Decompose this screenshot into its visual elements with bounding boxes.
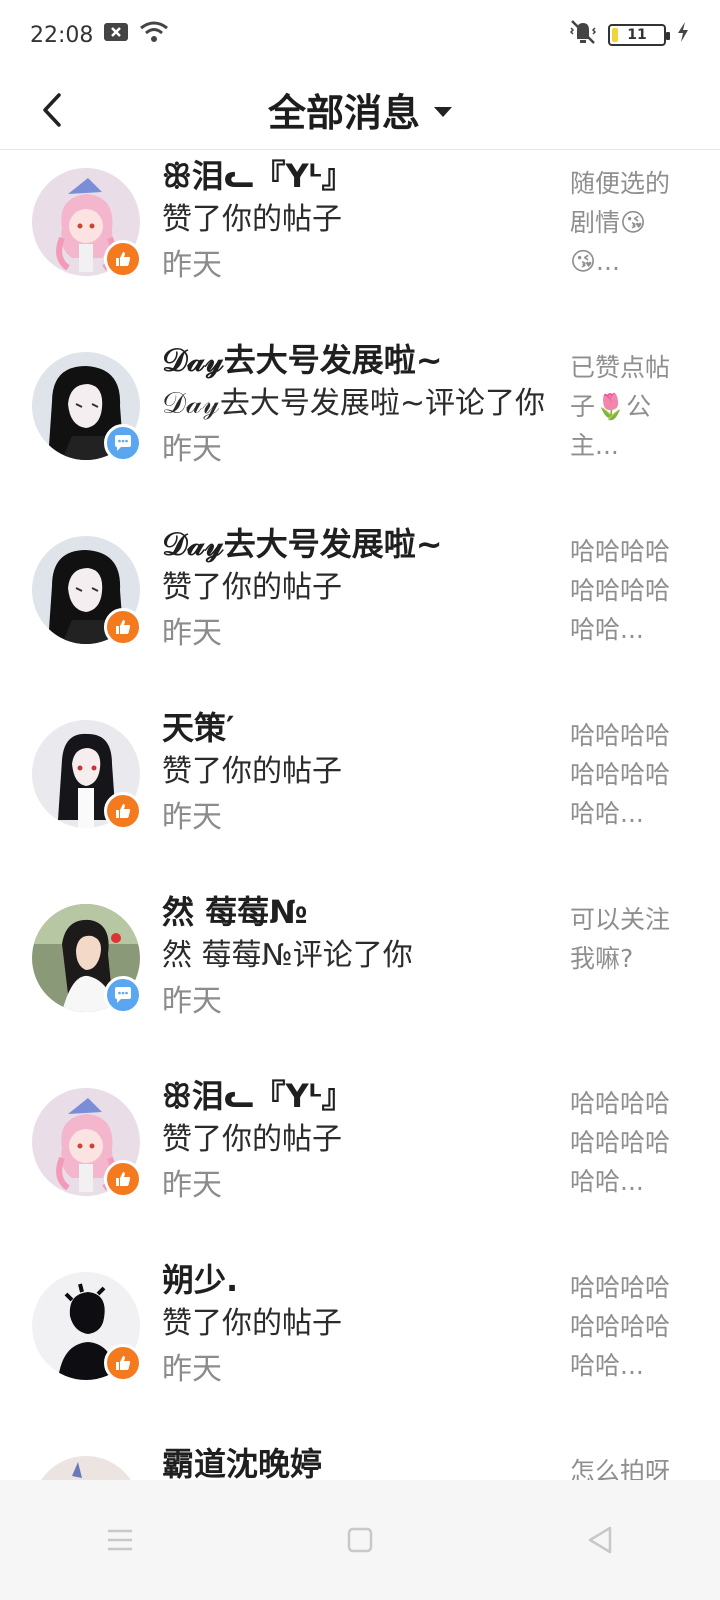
sender-name[interactable]: 然 莓莓№ (162, 890, 557, 934)
sender-name[interactable]: 𝒟𝒶𝓎去大号发展啦~ (162, 522, 557, 566)
message-action: 赞了你的帖子 (162, 1306, 342, 1341)
message-item[interactable]: 霸道沈晚婷 怎么拍呀 (0, 1438, 720, 1480)
chevron-left-icon (43, 93, 61, 127)
system-navigation-bar (0, 1480, 720, 1600)
message-filter-dropdown[interactable]: 全部消息 (268, 82, 452, 137)
message-text: 然 莓莓№ 然 莓莓№评论了你 昨天 (162, 890, 557, 1026)
thumbs-up-icon (116, 804, 131, 818)
message-time: 昨天 (162, 248, 222, 283)
message-item[interactable]: ꕥ泪ᓚ『Yᴸ』 赞了你的帖子 昨天 随便选的剧情😘😘... (0, 150, 720, 334)
header: 全部消息 (0, 70, 720, 150)
message-list[interactable]: ꕥ泪ᓚ『Yᴸ』 赞了你的帖子 昨天 随便选的剧情😘😘... 𝒟𝒶𝓎去大号发展啦~ 𝒟𝒶𝓎去… (0, 150, 720, 1480)
message-time: 昨天 (162, 984, 222, 1019)
comment-badge (104, 424, 142, 462)
menu-icon (108, 1529, 132, 1551)
battery-fill (612, 28, 618, 42)
sender-name[interactable]: 𝒟𝒶𝓎去大号发展啦~ (162, 338, 557, 382)
back-nav-button[interactable] (570, 1510, 630, 1570)
message-text: 𝒟𝒶𝓎去大号发展啦~ 𝒟𝒶𝓎去大号发展啦~评论了你 昨天 (162, 338, 557, 474)
post-preview[interactable]: 哈哈哈哈哈哈哈哈哈哈... (570, 1268, 682, 1385)
avatar-container[interactable] (32, 1088, 142, 1198)
mute-vibrate-icon (568, 19, 598, 51)
back-button[interactable] (32, 88, 72, 132)
message-action: 赞了你的帖子 (162, 570, 342, 605)
chat-bubble-icon (115, 435, 131, 451)
chat-bubble-icon (115, 987, 131, 1003)
sender-name[interactable]: 霸道沈晚婷 (162, 1442, 557, 1480)
home-button[interactable] (330, 1510, 390, 1570)
triangle-back-icon (588, 1526, 612, 1554)
message-item[interactable]: ꕥ泪ᓚ『Yᴸ』 赞了你的帖子 昨天 哈哈哈哈哈哈哈哈哈哈... (0, 1070, 720, 1254)
battery-icon: 11 (608, 24, 670, 46)
message-action: 𝒟𝒶𝓎去大号发展啦~评论了你 (162, 386, 545, 421)
avatar-container[interactable] (32, 904, 142, 1014)
message-action: 赞了你的帖子 (162, 202, 342, 237)
like-badge (104, 1160, 142, 1198)
post-preview[interactable]: 哈哈哈哈哈哈哈哈哈哈... (570, 1084, 682, 1201)
sender-name[interactable]: ꕥ泪ᓚ『Yᴸ』 (162, 154, 557, 198)
avatar-container[interactable] (32, 536, 142, 646)
message-text: 𝒟𝒶𝓎去大号发展啦~ 赞了你的帖子 昨天 (162, 522, 557, 658)
battery-level-text: 11 (627, 27, 647, 43)
thumbs-up-icon (116, 1356, 131, 1370)
message-action: 赞了你的帖子 (162, 1122, 342, 1157)
message-text: 朔少. 赞了你的帖子 昨天 (162, 1258, 557, 1394)
message-item[interactable]: 𝒟𝒶𝓎去大号发展啦~ 𝒟𝒶𝓎去大号发展啦~评论了你 昨天 已赞点帖子🌷公主... (0, 334, 720, 518)
message-action: 然 莓莓№评论了你 (162, 938, 413, 973)
post-preview[interactable]: 已赞点帖子🌷公主... (570, 348, 682, 465)
status-time: 22:08 (30, 22, 94, 48)
message-item[interactable]: 𝒟𝒶𝓎去大号发展啦~ 赞了你的帖子 昨天 哈哈哈哈哈哈哈哈哈哈... (0, 518, 720, 702)
message-time: 昨天 (162, 1352, 222, 1387)
avatar-container[interactable] (32, 168, 142, 278)
message-time: 昨天 (162, 616, 222, 651)
message-text: 天策′ 赞了你的帖子 昨天 (162, 706, 557, 842)
message-text: 霸道沈晚婷 (162, 1442, 557, 1480)
like-badge (104, 792, 142, 830)
avatar-container[interactable] (32, 352, 142, 462)
thumbs-up-icon (116, 252, 131, 266)
sender-name[interactable]: 天策′ (162, 706, 557, 750)
avatar (32, 1456, 140, 1480)
avatar-container[interactable] (32, 1456, 140, 1480)
message-item[interactable]: 天策′ 赞了你的帖子 昨天 哈哈哈哈哈哈哈哈哈哈... (0, 702, 720, 886)
page-title: 全部消息 (267, 91, 420, 135)
avatar-container[interactable] (32, 720, 142, 830)
status-bar: 22:08 11 (0, 0, 720, 70)
like-badge (104, 608, 142, 646)
thumbs-up-icon (116, 620, 131, 634)
message-time: 昨天 (162, 1168, 222, 1203)
post-preview[interactable]: 哈哈哈哈哈哈哈哈哈哈... (570, 532, 682, 649)
message-action: 赞了你的帖子 (162, 754, 342, 789)
thumbs-up-icon (116, 1172, 131, 1186)
message-text: ꕥ泪ᓚ『Yᴸ』赞了你的帖子 昨天 (162, 1074, 557, 1210)
message-text: ꕥ泪ᓚ『Yᴸ』赞了你的帖子 昨天 (162, 154, 557, 290)
message-time: 昨天 (162, 800, 222, 835)
post-preview[interactable]: 随便选的剧情😘😘... (570, 164, 682, 281)
post-preview[interactable]: 可以关注我嘛? (570, 900, 682, 978)
like-badge (104, 1344, 142, 1382)
caret-down-icon (434, 106, 452, 117)
message-item[interactable]: 朔少. 赞了你的帖子 昨天 哈哈哈哈哈哈哈哈哈哈... (0, 1254, 720, 1438)
sender-name[interactable]: 朔少. (162, 1258, 557, 1302)
avatar-container[interactable] (32, 1272, 142, 1382)
wifi-icon (139, 21, 169, 49)
comment-badge (104, 976, 142, 1014)
notification-icon (103, 22, 129, 48)
charging-icon (676, 21, 690, 49)
menu-button[interactable] (90, 1510, 150, 1570)
like-badge (104, 240, 142, 278)
message-time: 昨天 (162, 432, 222, 467)
square-icon (347, 1527, 373, 1553)
post-preview[interactable]: 哈哈哈哈哈哈哈哈哈哈... (570, 716, 682, 833)
post-preview[interactable]: 怎么拍呀 (570, 1452, 682, 1480)
sender-name[interactable]: ꕥ泪ᓚ『Yᴸ』 (162, 1074, 557, 1118)
message-item[interactable]: 然 莓莓№ 然 莓莓№评论了你 昨天 可以关注我嘛? (0, 886, 720, 1070)
